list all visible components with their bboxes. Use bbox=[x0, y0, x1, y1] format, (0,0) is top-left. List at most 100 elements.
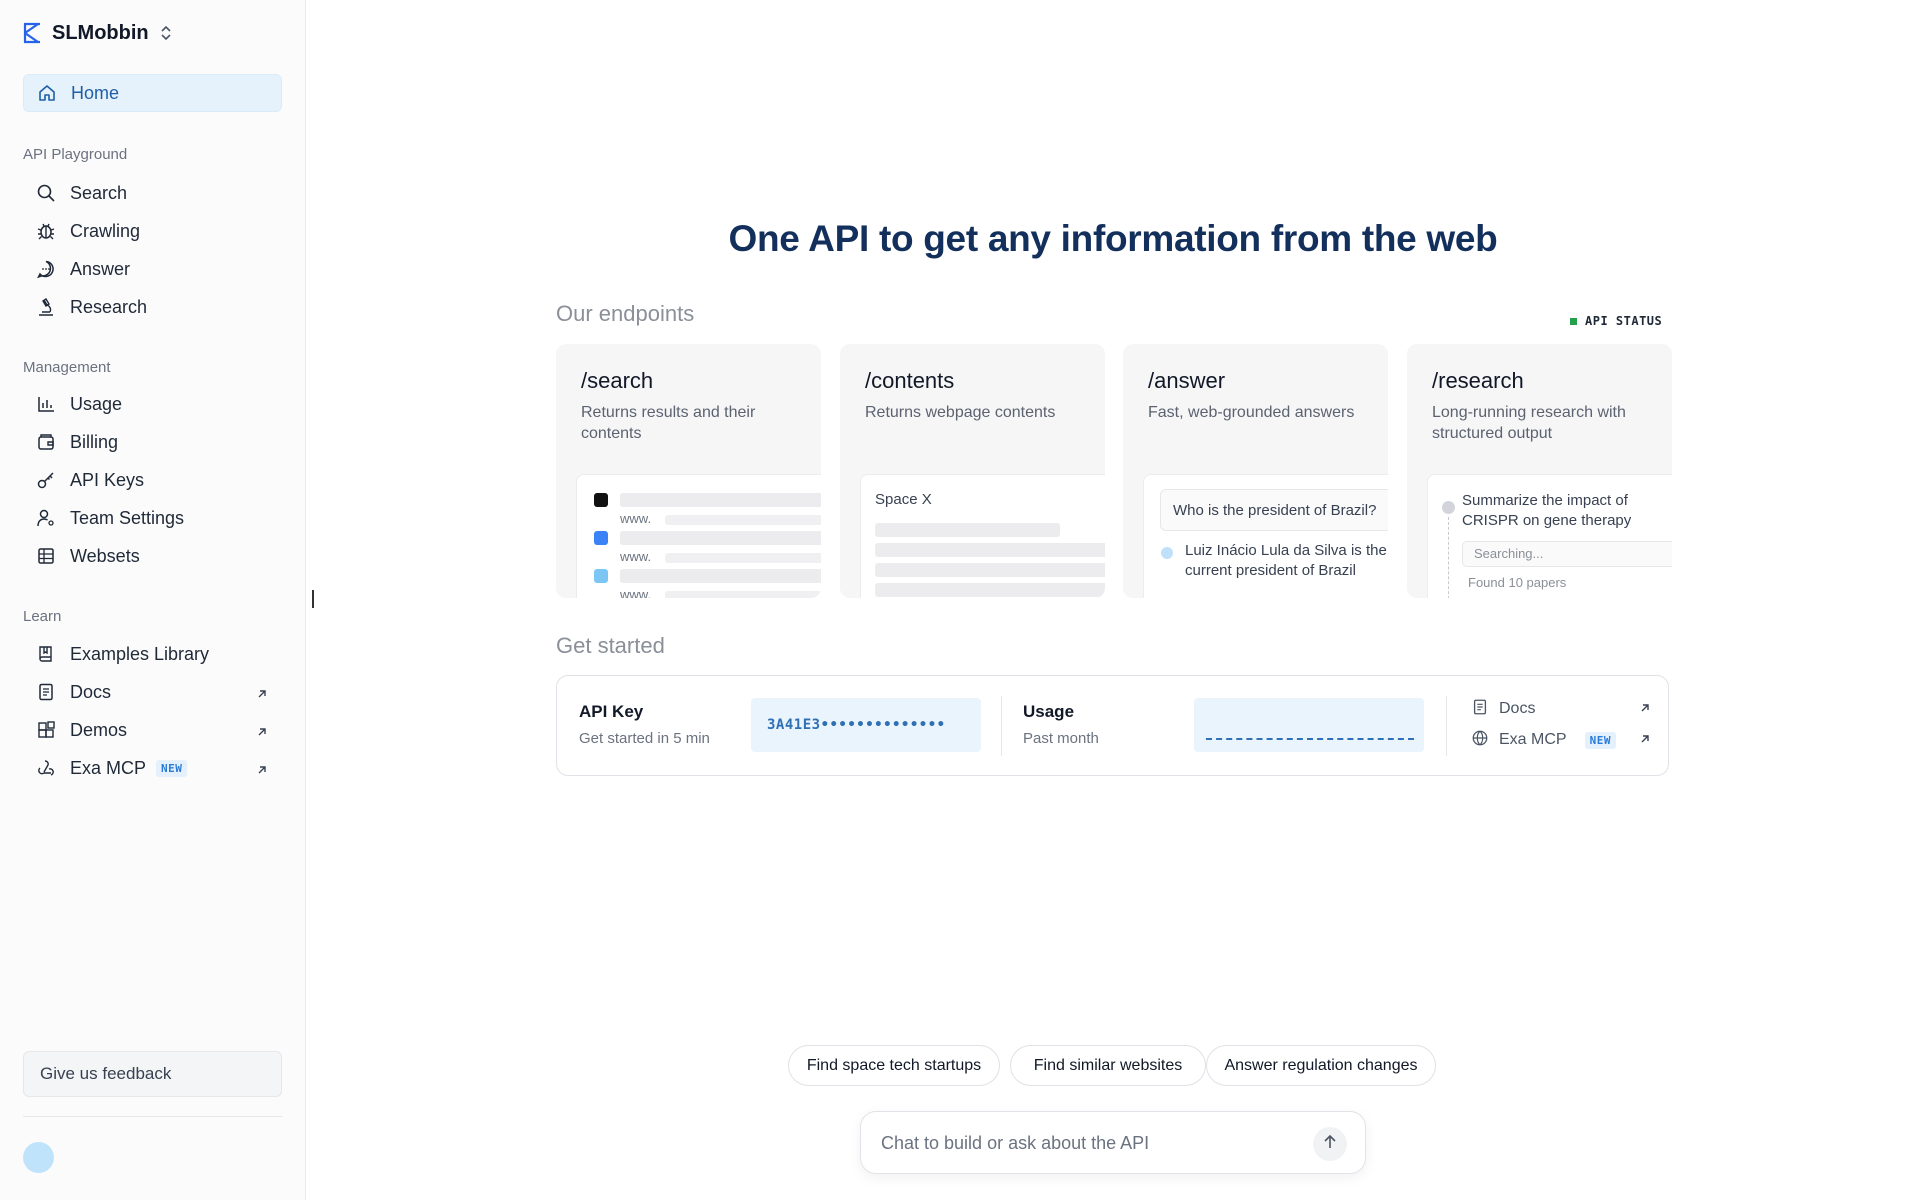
divider bbox=[1446, 696, 1447, 756]
sidebar-item-label: Usage bbox=[70, 393, 123, 414]
result-bar bbox=[665, 591, 821, 598]
result-url: www. bbox=[620, 587, 652, 598]
new-badge: NEW bbox=[156, 759, 188, 777]
contents-preview: Space X bbox=[860, 474, 1105, 598]
answer-text: Luiz Inácio Lula da Silva is the current… bbox=[1185, 542, 1387, 579]
document-icon bbox=[36, 682, 56, 702]
card-title: /answer bbox=[1148, 368, 1226, 393]
sidebar-item-label: Exa MCP bbox=[70, 757, 147, 778]
api-key-field[interactable]: 3A41E3•••••••••••••• bbox=[751, 698, 981, 752]
sidebar-item-billing[interactable]: Billing bbox=[23, 423, 282, 461]
question-box: Who is the president of Brazil? bbox=[1160, 489, 1388, 531]
status-dot-icon bbox=[1570, 317, 1577, 325]
external-link-icon bbox=[256, 684, 268, 705]
section-label-management: Management bbox=[23, 359, 111, 376]
sidebar-item-team-settings[interactable]: Team Settings bbox=[23, 499, 282, 537]
sidebar-item-websets[interactable]: Websets bbox=[23, 537, 282, 575]
research-preview: Summarize the impact of CRISPR on gene t… bbox=[1427, 474, 1672, 598]
sidebar-item-label: Team Settings bbox=[70, 507, 185, 528]
sidebar-item-label: Crawling bbox=[70, 220, 141, 241]
check-icon bbox=[1442, 501, 1455, 514]
endpoint-card-research[interactable]: /research Long-running research with str… bbox=[1407, 344, 1672, 598]
api-key-sub: Get started in 5 min bbox=[579, 730, 710, 747]
usage-label: Usage bbox=[1023, 702, 1075, 721]
content-bar bbox=[875, 543, 1105, 557]
card-description: Returns webpage contents bbox=[865, 404, 1056, 421]
sidebar-item-docs[interactable]: Docs bbox=[23, 673, 282, 711]
document-icon bbox=[1471, 698, 1489, 721]
answer-dot-icon bbox=[1161, 547, 1173, 559]
sidebar-item-research[interactable]: Research bbox=[23, 288, 282, 326]
external-link-icon bbox=[256, 722, 268, 743]
result-bar bbox=[665, 553, 821, 563]
api-status-label: API STATUS bbox=[1585, 314, 1663, 328]
sidebar-item-label: API Keys bbox=[70, 469, 145, 490]
chat-box bbox=[860, 1111, 1366, 1174]
result-url: www. bbox=[620, 511, 652, 526]
bar-chart-icon bbox=[36, 394, 56, 414]
text-cursor-icon bbox=[312, 590, 314, 608]
sidebar-item-demos[interactable]: Demos bbox=[23, 711, 282, 749]
sidebar-divider bbox=[23, 1116, 282, 1117]
send-button[interactable] bbox=[1313, 1127, 1347, 1161]
blocks-icon bbox=[36, 720, 56, 740]
preview-title: Space X bbox=[875, 491, 932, 508]
timeline-line bbox=[1448, 517, 1449, 598]
sidebar-item-search[interactable]: Search bbox=[23, 174, 282, 212]
section-label-api-playground: API Playground bbox=[23, 146, 128, 163]
sidebar-item-home[interactable]: Home bbox=[23, 74, 282, 112]
result-favicon-icon bbox=[594, 531, 608, 545]
org-switcher[interactable]: SLMobbin bbox=[22, 18, 173, 48]
card-title: /contents bbox=[865, 368, 955, 393]
sidebar-item-api-keys[interactable]: API Keys bbox=[23, 461, 282, 499]
microscope-icon bbox=[36, 297, 56, 317]
chat-input[interactable] bbox=[881, 1126, 1301, 1160]
exa-mcp-link[interactable]: Exa MCP NEW bbox=[1471, 728, 1651, 752]
result-bar bbox=[620, 569, 821, 583]
org-name: SLMobbin bbox=[52, 21, 149, 44]
user-gear-icon bbox=[36, 508, 56, 528]
suggestion-chip[interactable]: Find similar websites bbox=[1010, 1045, 1206, 1086]
sidebar-item-label: Answer bbox=[70, 258, 131, 279]
result-bar bbox=[620, 493, 821, 507]
endpoints-section-title: Our endpoints bbox=[556, 301, 695, 326]
result-favicon-icon bbox=[594, 569, 608, 583]
key-icon bbox=[36, 470, 56, 490]
result-bar bbox=[620, 531, 821, 545]
bug-icon bbox=[36, 221, 56, 241]
sidebar-item-examples-library[interactable]: Examples Library bbox=[23, 635, 282, 673]
sidebar-item-usage[interactable]: Usage bbox=[23, 385, 282, 423]
home-icon bbox=[37, 83, 57, 103]
docs-link[interactable]: Docs bbox=[1471, 697, 1651, 721]
endpoint-card-contents[interactable]: /contents Returns webpage contents Space… bbox=[840, 344, 1105, 598]
grid-table-icon bbox=[36, 546, 56, 566]
suggestion-chip[interactable]: Answer regulation changes bbox=[1206, 1045, 1436, 1086]
webhook-icon bbox=[36, 758, 56, 778]
exa-mcp-link-label: Exa MCP bbox=[1499, 731, 1567, 748]
sidebar-item-label: Search bbox=[70, 182, 128, 203]
endpoint-card-search[interactable]: /search Returns results and their conten… bbox=[556, 344, 821, 598]
sidebar-item-label: Examples Library bbox=[70, 643, 210, 664]
get-started-panel: API Key Get started in 5 min 3A41E3•••••… bbox=[556, 675, 1669, 776]
suggestion-chip[interactable]: Find space tech startups bbox=[788, 1045, 1000, 1086]
arrow-up-icon bbox=[1323, 1134, 1337, 1155]
external-link-icon bbox=[1639, 732, 1651, 750]
endpoint-card-answer[interactable]: /answer Fast, web-grounded answers Who i… bbox=[1123, 344, 1388, 598]
avatar[interactable] bbox=[23, 1142, 54, 1173]
usage-sparkline[interactable] bbox=[1194, 698, 1424, 752]
card-description: Fast, web-grounded answers bbox=[1148, 404, 1355, 421]
sidebar-item-answer[interactable]: Answer bbox=[23, 250, 282, 288]
sidebar-item-label: Home bbox=[71, 82, 120, 103]
api-key-label: API Key bbox=[579, 702, 644, 721]
wallet-icon bbox=[36, 432, 56, 452]
page-headline: One API to get any information from the … bbox=[728, 218, 1498, 259]
external-link-icon bbox=[256, 760, 268, 781]
feedback-button[interactable]: Give us feedback bbox=[23, 1051, 282, 1097]
sidebar-item-crawling[interactable]: Crawling bbox=[23, 212, 282, 250]
api-status-link[interactable]: API STATUS bbox=[1570, 314, 1662, 328]
sidebar-item-label: Demos bbox=[70, 719, 128, 740]
sidebar-item-label: Docs bbox=[70, 681, 112, 702]
card-title: /research bbox=[1432, 368, 1524, 393]
content-bar bbox=[875, 563, 1105, 577]
sidebar-item-exa-mcp[interactable]: Exa MCP NEW bbox=[23, 749, 282, 787]
